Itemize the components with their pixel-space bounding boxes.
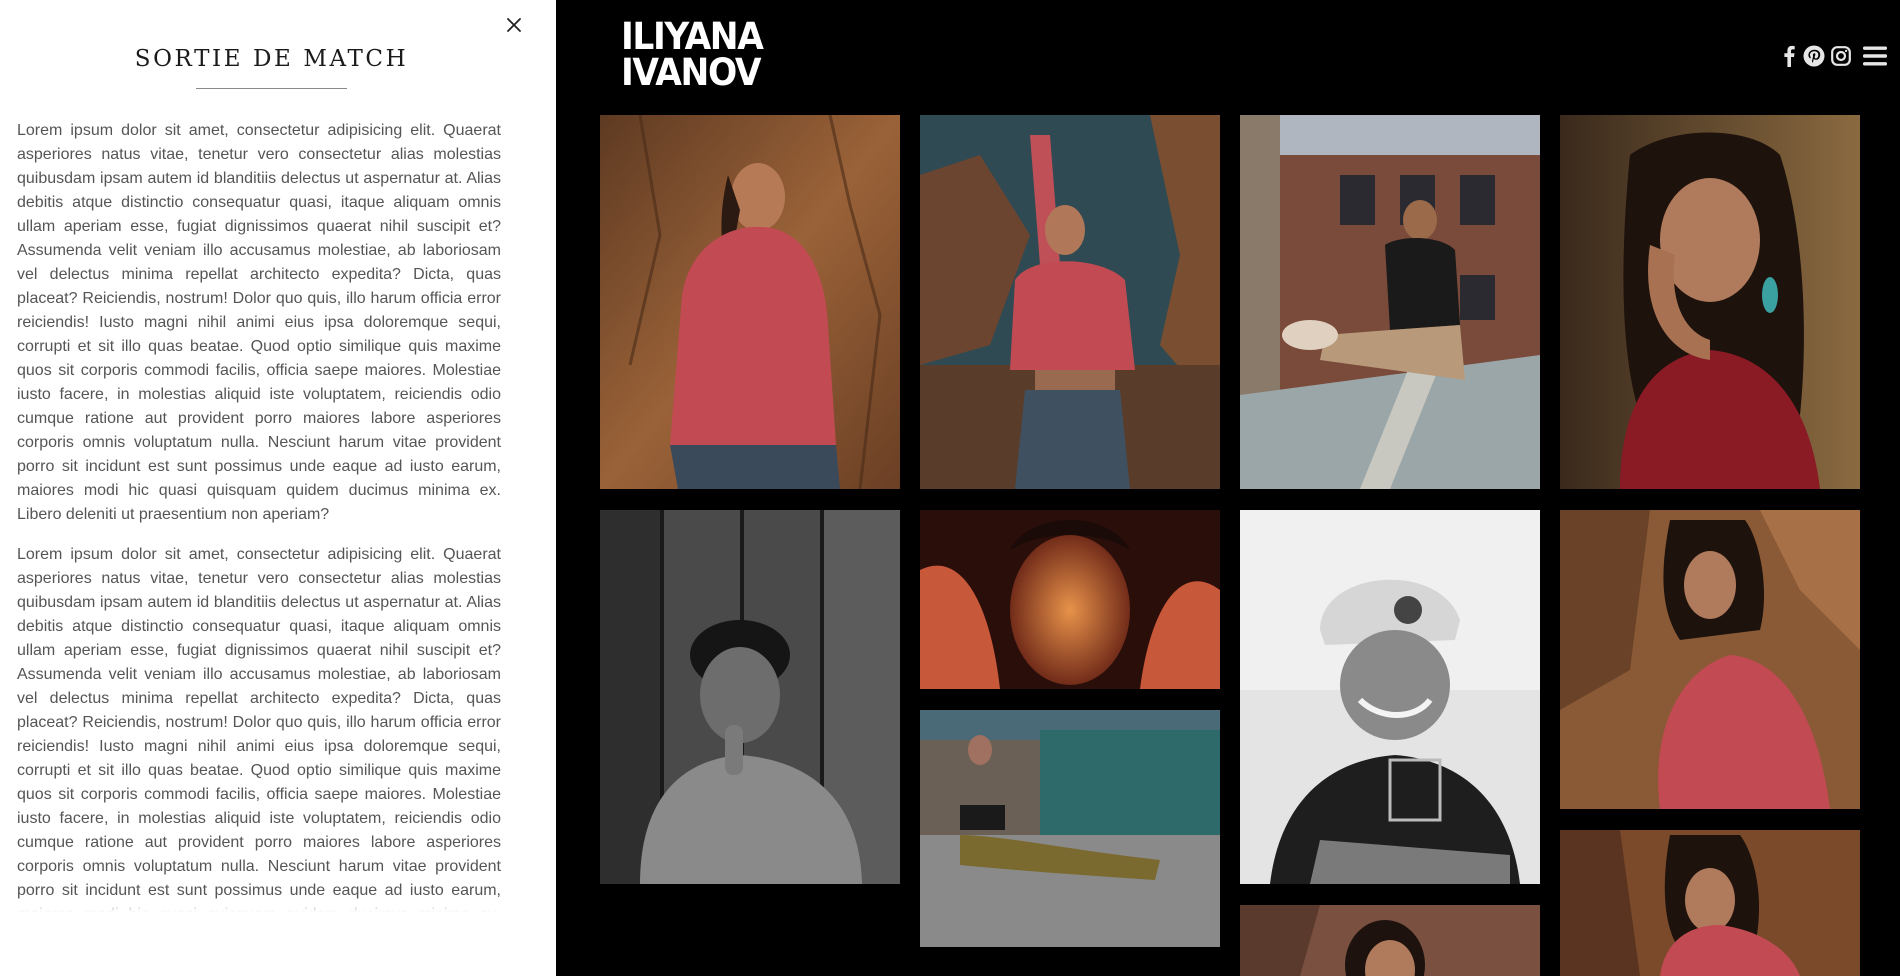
- gallery-item[interactable]: [1240, 905, 1540, 976]
- panel-body: Lorem ipsum dolor sit amet, consectetur …: [17, 119, 501, 912]
- gallery-item[interactable]: [1240, 115, 1540, 489]
- pinterest-link[interactable]: [1800, 43, 1828, 69]
- panel-title: SORTIE DE MATCH: [134, 46, 409, 72]
- facebook-icon: [1784, 45, 1795, 67]
- pinterest-icon: [1803, 45, 1825, 67]
- gallery-item[interactable]: [1560, 830, 1860, 976]
- instagram-icon: [1831, 46, 1851, 66]
- photo-woman-face-closeup-red-light: [920, 510, 1220, 689]
- logo-line: IVANOV: [621, 51, 762, 94]
- menu-button[interactable]: [1860, 43, 1890, 69]
- photo-woman-pink-sweater-profile: [1560, 510, 1860, 809]
- photo-woman-hand-on-face: [1560, 115, 1860, 489]
- info-panel: SORTIE DE MATCH Lorem ipsum dolor sit am…: [0, 0, 556, 976]
- gallery-item[interactable]: [920, 710, 1220, 947]
- body-paragraph: Lorem ipsum dolor sit amet, consectetur …: [17, 546, 501, 912]
- photo-woman-portrait-partial: [1240, 905, 1540, 976]
- facebook-link[interactable]: [1778, 43, 1800, 69]
- gallery-item[interactable]: [920, 115, 1220, 489]
- photo-woman-arms-raised-canyon: [920, 115, 1220, 489]
- photo-man-bw-smiling-beanie: [1240, 510, 1540, 884]
- menu-icon: [1863, 46, 1887, 66]
- photo-woman-sitting-street: [920, 710, 1220, 947]
- close-button[interactable]: [499, 10, 529, 40]
- close-icon: [507, 18, 521, 32]
- photo-man-sitting-rooftop: [1240, 115, 1540, 489]
- body-paragraph: Lorem ipsum dolor sit amet, consectetur …: [17, 122, 501, 523]
- site-logo[interactable]: ILIYANA IVANOV: [621, 15, 764, 94]
- photo-woman-pink-sweater-rock: [600, 115, 900, 489]
- gallery-item[interactable]: [1240, 510, 1540, 884]
- photo-woman-pink-sweater-rock-2: [1560, 830, 1860, 976]
- gallery-item[interactable]: [1560, 115, 1860, 489]
- instagram-link[interactable]: [1828, 43, 1854, 69]
- gallery-item[interactable]: [600, 115, 900, 489]
- gallery-item[interactable]: [1560, 510, 1860, 809]
- photo-man-bw-wooden-wall: [600, 510, 900, 884]
- logo-line: ILIYANA: [621, 15, 764, 58]
- title-divider: [196, 88, 347, 89]
- gallery-item[interactable]: [600, 510, 900, 884]
- gallery-item[interactable]: [920, 510, 1220, 689]
